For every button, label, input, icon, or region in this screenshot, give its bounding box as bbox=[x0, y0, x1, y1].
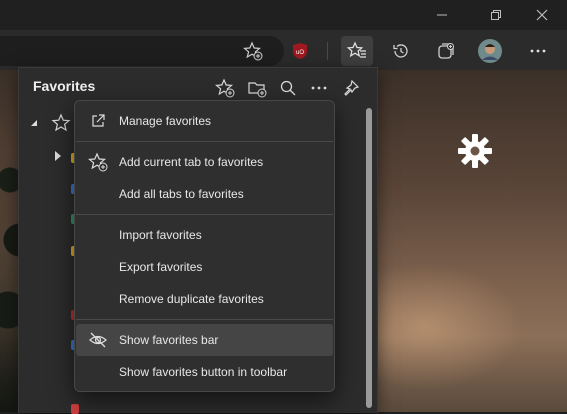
favorites-more-menu: Manage favorites Add current tab to favo… bbox=[74, 100, 335, 392]
star-icon bbox=[51, 113, 71, 132]
menu-item-label: Export favorites bbox=[119, 260, 203, 274]
history-icon bbox=[393, 44, 408, 58]
favorites-root-folder[interactable] bbox=[29, 113, 71, 133]
star-add-icon bbox=[88, 152, 108, 172]
minimize-icon bbox=[437, 14, 447, 16]
menu-item-label: Remove duplicate favorites bbox=[119, 292, 264, 306]
pin-favorites-button[interactable] bbox=[337, 76, 365, 100]
more-icon bbox=[311, 86, 327, 90]
favorites-subfolder[interactable] bbox=[53, 146, 63, 166]
ublock-icon: uO bbox=[293, 43, 307, 59]
add-folder-button[interactable] bbox=[243, 76, 271, 100]
menu-divider bbox=[76, 141, 333, 142]
restore-button[interactable] bbox=[473, 0, 519, 30]
menu-item-label: Add all tabs to favorites bbox=[119, 187, 244, 201]
menu-divider bbox=[76, 214, 333, 215]
add-folder-icon bbox=[248, 82, 267, 98]
toolbar-separator bbox=[327, 42, 328, 60]
gear-icon[interactable] bbox=[456, 132, 494, 170]
gmail-icon bbox=[71, 404, 79, 414]
menu-item-show-favorites-bar[interactable]: Show favorites bar bbox=[76, 324, 333, 356]
more-icon bbox=[530, 49, 546, 53]
menu-item-label: Import favorites bbox=[119, 228, 202, 242]
menu-item-add-all-tabs[interactable]: Add all tabs to favorites bbox=[76, 178, 333, 210]
favorites-title: Favorites bbox=[33, 78, 96, 94]
profile-button[interactable] bbox=[474, 36, 506, 66]
title-bar bbox=[0, 0, 567, 30]
menu-item-label: Show favorites bar bbox=[119, 333, 219, 347]
menu-item-label: Show favorites button in toolbar bbox=[119, 365, 288, 379]
pin-icon bbox=[344, 79, 360, 96]
collapse-triangle-icon bbox=[31, 120, 37, 126]
add-favorite-icon bbox=[243, 41, 263, 61]
ublock-extension-button[interactable]: uO bbox=[284, 36, 316, 66]
menu-item-manage-favorites[interactable]: Manage favorites bbox=[76, 105, 333, 137]
add-favorite-icon bbox=[215, 78, 235, 98]
eye-off-icon bbox=[88, 330, 108, 350]
collections-button[interactable] bbox=[430, 36, 462, 66]
menu-item-add-current-tab[interactable]: Add current tab to favorites bbox=[76, 146, 333, 178]
close-button[interactable] bbox=[519, 0, 565, 30]
external-link-icon bbox=[88, 111, 108, 131]
settings-more-button[interactable] bbox=[522, 36, 554, 66]
menu-divider bbox=[76, 319, 333, 320]
history-button[interactable] bbox=[385, 36, 417, 66]
menu-item-show-favorites-button[interactable]: Show favorites button in toolbar bbox=[76, 356, 333, 388]
collections-icon bbox=[438, 43, 454, 59]
search-favorites-button[interactable] bbox=[274, 76, 302, 100]
menu-item-import-favorites[interactable]: Import favorites bbox=[76, 219, 333, 251]
menu-item-label: Manage favorites bbox=[119, 114, 212, 128]
menu-item-export-favorites[interactable]: Export favorites bbox=[76, 251, 333, 283]
menu-item-label: Add current tab to favorites bbox=[119, 155, 264, 169]
menu-item-remove-duplicates[interactable]: Remove duplicate favorites bbox=[76, 283, 333, 315]
favorites-icon bbox=[347, 41, 366, 58]
favorites-more-button[interactable] bbox=[305, 76, 333, 100]
close-icon bbox=[536, 9, 548, 21]
ublock-badge-text: uO bbox=[296, 50, 304, 56]
favorites-button[interactable] bbox=[341, 36, 373, 66]
restore-icon bbox=[491, 10, 501, 20]
profile-avatar bbox=[478, 39, 502, 63]
minimize-button[interactable] bbox=[419, 0, 465, 30]
scrollbar[interactable] bbox=[366, 108, 372, 408]
expand-triangle-icon bbox=[55, 151, 61, 161]
add-favorite-button[interactable] bbox=[211, 76, 239, 100]
add-to-favorites-button[interactable] bbox=[237, 36, 269, 66]
search-icon bbox=[280, 80, 296, 96]
